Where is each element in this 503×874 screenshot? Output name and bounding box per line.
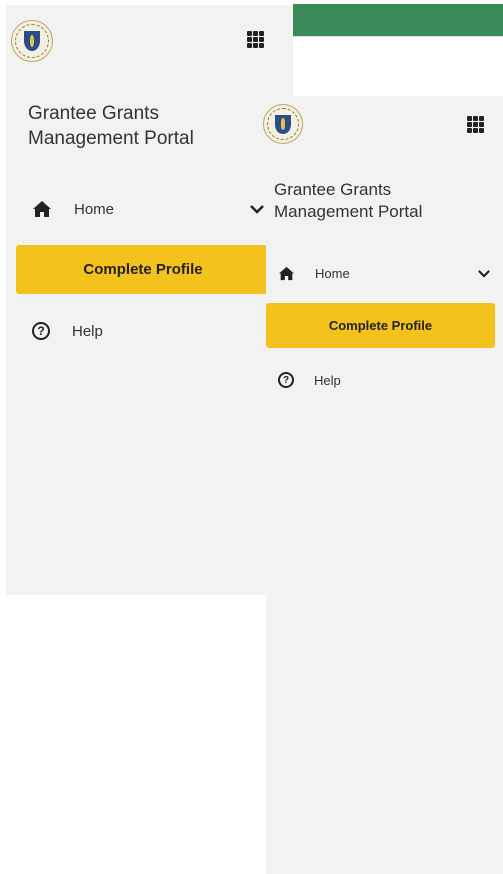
nav-item-help[interactable]: ? Help bbox=[278, 369, 341, 391]
chevron-down-icon[interactable] bbox=[478, 269, 490, 278]
header-bar bbox=[293, 4, 503, 36]
app-launcher-icon[interactable] bbox=[467, 116, 484, 133]
state-seal-logo[interactable] bbox=[263, 104, 303, 144]
nav-item-home[interactable]: Home bbox=[278, 262, 350, 284]
complete-profile-button[interactable]: Complete Profile bbox=[16, 245, 270, 294]
nav-item-home-label: Home bbox=[315, 265, 350, 281]
chevron-down-icon[interactable] bbox=[250, 204, 264, 214]
nav-item-home-label: Home bbox=[74, 200, 115, 218]
help-circle-icon: ? bbox=[278, 372, 294, 388]
nav-item-help-label: Help bbox=[72, 322, 103, 340]
nav-item-help-label: Help bbox=[314, 372, 341, 388]
portal-title: Grantee Grants Management Portal bbox=[28, 103, 194, 149]
home-icon bbox=[33, 201, 51, 217]
help-circle-icon: ? bbox=[32, 322, 50, 340]
complete-profile-button[interactable]: Complete Profile bbox=[266, 303, 495, 348]
sidebar-panel: Grantee Grants Management Portal Home Co… bbox=[6, 5, 293, 595]
header-divider bbox=[293, 36, 503, 37]
state-seal-logo[interactable] bbox=[11, 20, 53, 62]
app-launcher-icon[interactable] bbox=[247, 31, 264, 48]
nav-item-home[interactable]: Home bbox=[32, 197, 114, 221]
nav-item-help[interactable]: ? Help bbox=[32, 319, 103, 343]
home-icon bbox=[279, 266, 294, 280]
portal-title: Grantee Grants Management Portal bbox=[274, 180, 423, 222]
sidebar-panel-overlay: Grantee Grants Management Portal Home Co… bbox=[263, 96, 503, 874]
